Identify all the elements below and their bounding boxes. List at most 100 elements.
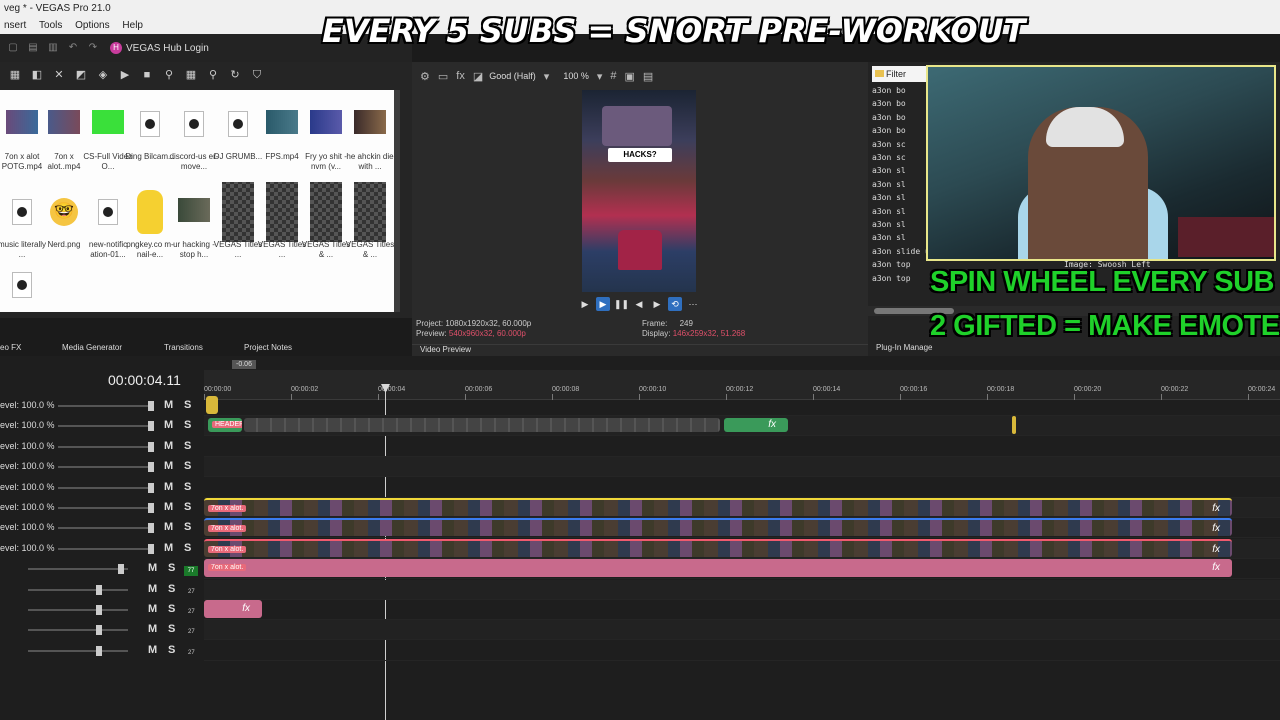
mute-button[interactable]: M <box>148 644 157 656</box>
track-lane[interactable]: 7on x alot. fx <box>204 518 1280 539</box>
filter-tab[interactable]: Filter <box>872 66 928 82</box>
settings-icon[interactable]: ⚙ <box>420 70 430 83</box>
media-item[interactable]: VEGAS Titles & ... <box>302 178 350 264</box>
solo-button[interactable]: S <box>184 481 191 493</box>
preview-quality-select[interactable]: Good (Half) <box>489 71 536 81</box>
track-lane[interactable]: HEADER fx <box>204 416 1280 437</box>
timeline-clip[interactable]: HEADER <box>208 418 242 433</box>
clip-fx-icon[interactable]: fx <box>768 418 776 432</box>
undo-icon[interactable]: ↶ <box>66 42 80 54</box>
timeline-clip[interactable]: 7on x alot. fx <box>204 559 1232 578</box>
track-lane[interactable] <box>204 457 1280 478</box>
video-track-header[interactable]: evel: 100.0 % M S <box>0 478 204 498</box>
new-project-icon[interactable]: ▢ <box>6 42 20 54</box>
media-item[interactable] <box>0 266 44 306</box>
play-icon[interactable]: ▶ <box>118 69 132 81</box>
mute-button[interactable]: M <box>148 583 157 595</box>
effects-icon[interactable]: ◈ <box>96 69 110 81</box>
video-track-header[interactable]: evel: 100.0 % M S <box>0 498 204 518</box>
track-lane[interactable] <box>204 620 1280 641</box>
timeline-clip[interactable] <box>244 418 720 433</box>
track-lane[interactable] <box>204 641 1280 661</box>
loop-region-marker[interactable]: -0.06 <box>232 360 256 369</box>
solo-button[interactable]: S <box>184 521 191 533</box>
slider-knob[interactable] <box>118 564 124 575</box>
media-item[interactable]: Fry yo shit - nvm (v... <box>304 90 348 176</box>
solo-button[interactable]: S <box>168 644 175 656</box>
pause-icon[interactable]: ❚❚ <box>614 297 629 311</box>
slider-knob[interactable] <box>148 503 154 513</box>
slider-knob[interactable] <box>148 401 154 411</box>
timeline-clip[interactable]: 7on x alot. fx <box>204 518 1232 537</box>
track-level-slider[interactable] <box>58 466 148 469</box>
slider-knob[interactable] <box>148 543 154 554</box>
next-frame-icon[interactable]: ▶ <box>650 297 664 311</box>
track-volume-slider[interactable] <box>28 588 128 591</box>
media-item[interactable]: he ahckin die with ... <box>346 90 394 176</box>
views-icon[interactable]: ▦ <box>184 69 198 81</box>
media-item[interactable]: 🤓 Nerd.png <box>42 178 86 264</box>
audio-track-header[interactable]: M S 27 <box>0 600 204 620</box>
track-lane[interactable] <box>204 478 1280 498</box>
tab-project-notes[interactable]: Project Notes <box>244 343 292 352</box>
hub-login-link[interactable]: VEGAS Hub Login <box>126 43 209 54</box>
timeline-clip[interactable] <box>206 396 218 414</box>
track-volume-slider[interactable] <box>28 629 128 632</box>
plugin-manager-tab[interactable]: Plug-In Manage <box>876 343 932 352</box>
video-track-header[interactable]: evel: 100.0 % M S <box>0 457 204 477</box>
media-item[interactable]: Ding Bilcam... <box>125 90 175 176</box>
stop-icon[interactable]: ■ <box>140 69 154 81</box>
slider-knob[interactable] <box>148 523 154 534</box>
video-track-header[interactable]: evel: 100.0 % M S <box>0 396 204 416</box>
track-level-slider[interactable] <box>58 486 148 489</box>
video-track-header[interactable]: evel: 100.0 % M S <box>0 518 204 538</box>
timeline-clip[interactable]: 7on x alot. fx <box>204 538 1232 557</box>
video-track-header[interactable]: evel: 100.0 % M S <box>0 416 204 436</box>
save-icon[interactable]: ▥ <box>46 42 60 54</box>
slider-knob[interactable] <box>148 441 154 452</box>
timeline-clip[interactable]: fx <box>724 418 788 433</box>
track-level-slider[interactable] <box>58 445 148 448</box>
properties-icon[interactable]: ◩ <box>74 69 88 81</box>
clip-fx-icon[interactable]: fx <box>1212 520 1220 536</box>
media-item[interactable]: ur hacking - stop h... <box>172 178 216 264</box>
auto-preview-icon[interactable]: ⚲ <box>162 69 176 81</box>
slider-knob[interactable] <box>148 462 154 473</box>
tab-video-fx[interactable]: eo FX <box>0 343 21 352</box>
mute-button[interactable]: M <box>164 460 173 472</box>
mute-button[interactable]: M <box>164 521 173 533</box>
track-lane[interactable] <box>204 396 1280 416</box>
track-lane[interactable]: 7on x alot. fx <box>204 498 1280 518</box>
capture-icon[interactable]: ◧ <box>30 69 44 81</box>
media-item[interactable]: DJ GRUMB... <box>214 90 262 176</box>
slider-knob[interactable] <box>96 645 102 656</box>
more-options-icon[interactable]: ⋯ <box>686 297 700 311</box>
mute-button[interactable]: M <box>164 440 173 452</box>
preview-tab[interactable]: Video Preview <box>412 344 868 356</box>
track-level-slider[interactable] <box>58 547 148 550</box>
import-icon[interactable]: ▦ <box>8 69 22 81</box>
solo-button[interactable]: S <box>184 542 191 554</box>
grid-icon[interactable]: # <box>610 70 616 82</box>
external-monitor-icon[interactable]: ▭ <box>438 70 448 83</box>
loop-icon[interactable]: ⟲ <box>668 297 682 311</box>
snapshot-icon[interactable]: ▣ <box>625 70 635 83</box>
media-item[interactable]: VEGAS Titles & ... <box>346 178 394 264</box>
solo-button[interactable]: S <box>184 419 191 431</box>
remove-icon[interactable]: ✕ <box>52 69 66 81</box>
mute-button[interactable]: M <box>148 562 157 574</box>
track-lane[interactable] <box>204 579 1280 600</box>
menu-tools[interactable]: Tools <box>39 20 62 31</box>
track-level-slider[interactable] <box>58 507 148 509</box>
solo-button[interactable]: S <box>184 399 191 411</box>
track-level-slider[interactable] <box>58 405 148 407</box>
tab-transitions[interactable]: Transitions <box>164 343 203 352</box>
mute-button[interactable]: M <box>164 399 173 411</box>
open-icon[interactable]: ▤ <box>26 42 40 54</box>
track-lane[interactable] <box>204 437 1280 457</box>
solo-button[interactable]: S <box>168 562 175 574</box>
solo-button[interactable]: S <box>168 603 175 615</box>
clip-fx-icon[interactable]: fx <box>1212 559 1220 577</box>
audio-track-header[interactable]: M S 77 <box>0 559 204 579</box>
clip-fx-icon[interactable]: fx <box>1212 541 1220 557</box>
